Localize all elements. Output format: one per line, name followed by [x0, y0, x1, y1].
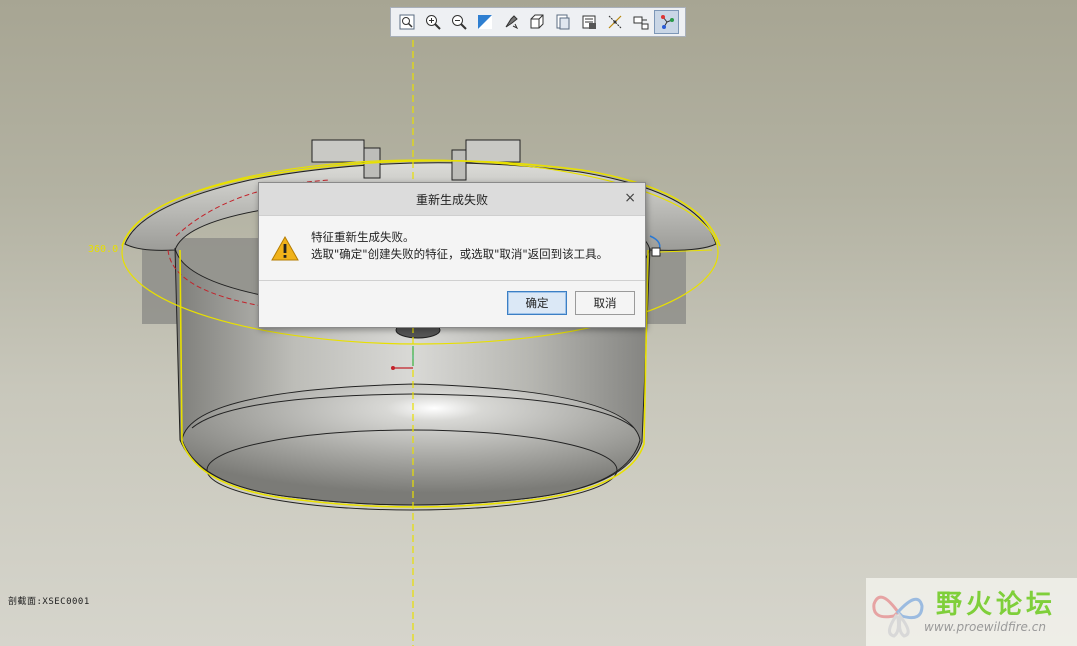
dimension-label[interactable]: 360.0 [88, 244, 118, 255]
datum-display-icon[interactable] [602, 10, 627, 34]
dialog-title-bar[interactable]: 重新生成失败 × [259, 183, 645, 216]
saved-views-icon[interactable] [550, 10, 575, 34]
cancel-button[interactable]: 取消 [575, 291, 635, 315]
pot-handle-post-right [451, 149, 467, 181]
csys-origin [391, 366, 395, 370]
ok-button[interactable]: 确定 [507, 291, 567, 315]
orient-icon[interactable] [498, 10, 523, 34]
dialog-message-line2: 选取"确定"创建失败的特征，或选取"取消"返回到该工具。 [311, 247, 609, 261]
section-status-text: 剖截面:XSEC0001 [8, 597, 90, 607]
dialog-body: 特征重新生成失败。 选取"确定"创建失败的特征，或选取"取消"返回到该工具。 [271, 229, 608, 263]
warning-icon [271, 235, 299, 261]
close-icon[interactable]: × [624, 191, 636, 205]
zoom-in-icon[interactable] [420, 10, 445, 34]
repaint-icon[interactable] [472, 10, 497, 34]
pot-handle-right[interactable] [465, 139, 521, 163]
watermark-title: 野火论坛 [936, 590, 1057, 620]
dialog-title: 重新生成失败 [415, 192, 488, 207]
pot-handle-left[interactable] [311, 139, 365, 163]
view-toolbar [390, 7, 686, 37]
forum-watermark: 野火论坛 www.proewildfire.cn [866, 578, 1077, 646]
layers-icon[interactable] [576, 10, 601, 34]
watermark-url: www.proewildfire.cn [924, 620, 1046, 634]
regeneration-failed-dialog: 重新生成失败 × 特征重新生成失败。 选取"确定"创建失败的特征，或选取"取消"… [258, 182, 646, 328]
butterfly-logo-icon [872, 595, 924, 638]
dialog-message: 特征重新生成失败。 选取"确定"创建失败的特征，或选取"取消"返回到该工具。 [311, 229, 608, 263]
zoom-fit-icon[interactable] [394, 10, 419, 34]
display-style-icon[interactable] [524, 10, 549, 34]
drag-handle[interactable] [651, 247, 661, 257]
dialog-separator [259, 280, 645, 281]
zoom-out-icon[interactable] [446, 10, 471, 34]
dialog-message-line1: 特征重新生成失败。 [311, 230, 415, 244]
annotation-display-icon[interactable] [628, 10, 653, 34]
spin-center-icon[interactable] [654, 10, 679, 34]
